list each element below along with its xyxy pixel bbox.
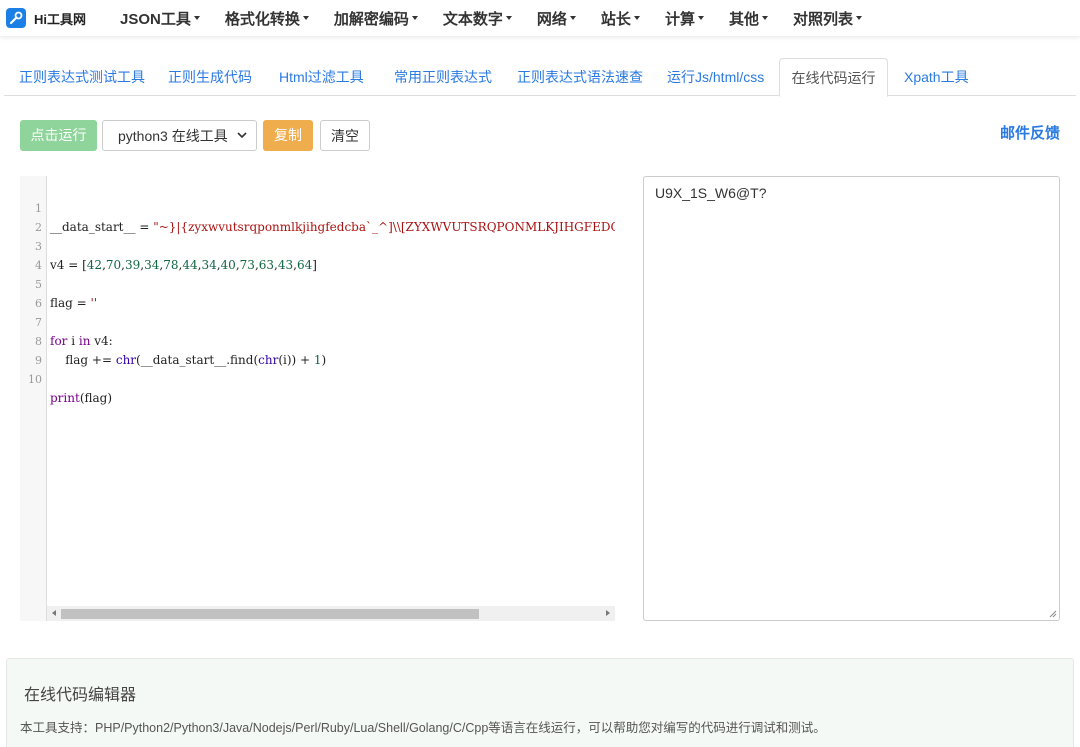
nav-label: JSON工具 xyxy=(120,10,191,28)
email-feedback-link[interactable]: 邮件反馈 xyxy=(1000,122,1060,143)
nav-label: 网络 xyxy=(536,10,567,28)
caret-down-icon xyxy=(761,16,768,20)
resize-handle-icon[interactable] xyxy=(1047,608,1057,618)
info-panel: 在线代码编辑器 本工具支持：PHP/Python2/Python3/Java/N… xyxy=(6,658,1074,747)
tab-common-regex[interactable]: 常用正则表达式 xyxy=(394,58,492,96)
brand-name: Hi工具网 xyxy=(34,11,87,27)
nav-reference-list[interactable]: 对照列表 xyxy=(793,8,862,29)
tab-regex-codegen[interactable]: 正则生成代码 xyxy=(168,58,252,96)
caret-down-icon xyxy=(633,16,640,20)
run-button[interactable]: 点击运行 xyxy=(20,120,97,151)
wrench-icon xyxy=(6,8,26,28)
caret-down-icon xyxy=(411,16,418,20)
caret-down-icon xyxy=(569,16,576,20)
nav-format-convert[interactable]: 格式化转换 xyxy=(225,8,309,29)
horizontal-scrollbar[interactable] xyxy=(47,606,615,621)
caret-down-icon xyxy=(697,16,704,20)
nav-encrypt-encode[interactable]: 加解密编码 xyxy=(334,8,418,29)
scroll-left-arrow-icon[interactable] xyxy=(52,610,56,616)
nav-label: 计算 xyxy=(664,10,695,28)
copy-button[interactable]: 复制 xyxy=(263,120,313,151)
nav-network[interactable]: 网络 xyxy=(537,8,576,29)
code-line: 3 v4 = [42,70,39,34,78,44,34,40,73,63,43… xyxy=(20,218,615,272)
language-select-value: python3 在线工具 xyxy=(118,128,228,144)
top-navbar: Hi工具网 JSON工具 格式化转换 加解密编码 文本数字 网络 站长 计算 其… xyxy=(0,0,1080,36)
chevron-down-icon xyxy=(237,132,247,139)
code-editor[interactable]: 1 __data_start__ = "~}|{zyxwvutsrqponmlk… xyxy=(20,176,615,621)
scrollbar-thumb[interactable] xyxy=(61,609,479,619)
output-textarea[interactable]: U9X_1S_W6@T? xyxy=(643,176,1060,621)
tab-xpath[interactable]: Xpath工具 xyxy=(904,58,969,96)
nav-label: 加解密编码 xyxy=(333,10,409,28)
nav-label: 格式化转换 xyxy=(224,10,300,28)
info-title: 在线代码编辑器 xyxy=(24,687,137,704)
nav-calculate[interactable]: 计算 xyxy=(665,8,704,29)
code-line: 5 flag = '' xyxy=(20,256,615,310)
nav-label: 对照列表 xyxy=(792,10,853,28)
code-line: 4 xyxy=(20,237,615,272)
nav-label: 站长 xyxy=(600,10,631,28)
line-number: 10 xyxy=(28,373,42,386)
output-text: U9X_1S_W6@T? xyxy=(655,185,767,201)
nav-label: 文本数字 xyxy=(442,10,503,28)
code-line: 1 __data_start__ = "~}|{zyxwvutsrqponmlk… xyxy=(20,180,615,234)
nav-label: 其他 xyxy=(728,10,759,28)
clear-button[interactable]: 清空 xyxy=(320,120,370,151)
nav-webmaster[interactable]: 站长 xyxy=(601,8,640,29)
tab-regex-test[interactable]: 正则表达式测试工具 xyxy=(19,58,145,96)
brand[interactable]: Hi工具网 xyxy=(6,8,106,28)
caret-down-icon xyxy=(193,16,200,20)
code-line: 6 xyxy=(20,275,615,310)
info-description: 本工具支持：PHP/Python2/Python3/Java/Nodejs/Pe… xyxy=(20,721,826,735)
tab-online-code-run[interactable]: 在线代码运行 xyxy=(779,58,888,97)
tool-tabs: 正则表达式测试工具 正则生成代码 Html过滤工具 常用正则表达式 正则表达式语… xyxy=(4,58,1076,97)
caret-down-icon xyxy=(855,16,862,20)
language-select[interactable]: python3 在线工具 xyxy=(102,120,257,151)
code-line: 9 xyxy=(20,332,615,367)
code-line: 2 xyxy=(20,199,615,234)
scroll-right-arrow-icon[interactable] xyxy=(606,610,610,616)
tab-run-js-html-css[interactable]: 运行Js/html/css xyxy=(667,58,764,96)
code-text: print(flag) xyxy=(50,391,113,405)
caret-down-icon xyxy=(302,16,309,20)
code-line: 10 print(flag) xyxy=(20,351,615,405)
nav-other[interactable]: 其他 xyxy=(729,8,768,29)
code-line: 8 flag += chr(__data_start__.find(chr(i)… xyxy=(20,313,615,367)
tab-html-filter[interactable]: Html过滤工具 xyxy=(279,58,364,96)
nav-text-number[interactable]: 文本数字 xyxy=(443,8,512,29)
tab-regex-syntax[interactable]: 正则表达式语法速查 xyxy=(517,58,643,96)
code-line: 7 for i in v4: xyxy=(20,294,615,348)
caret-down-icon xyxy=(505,16,512,20)
nav-json-tools[interactable]: JSON工具 xyxy=(120,8,200,29)
